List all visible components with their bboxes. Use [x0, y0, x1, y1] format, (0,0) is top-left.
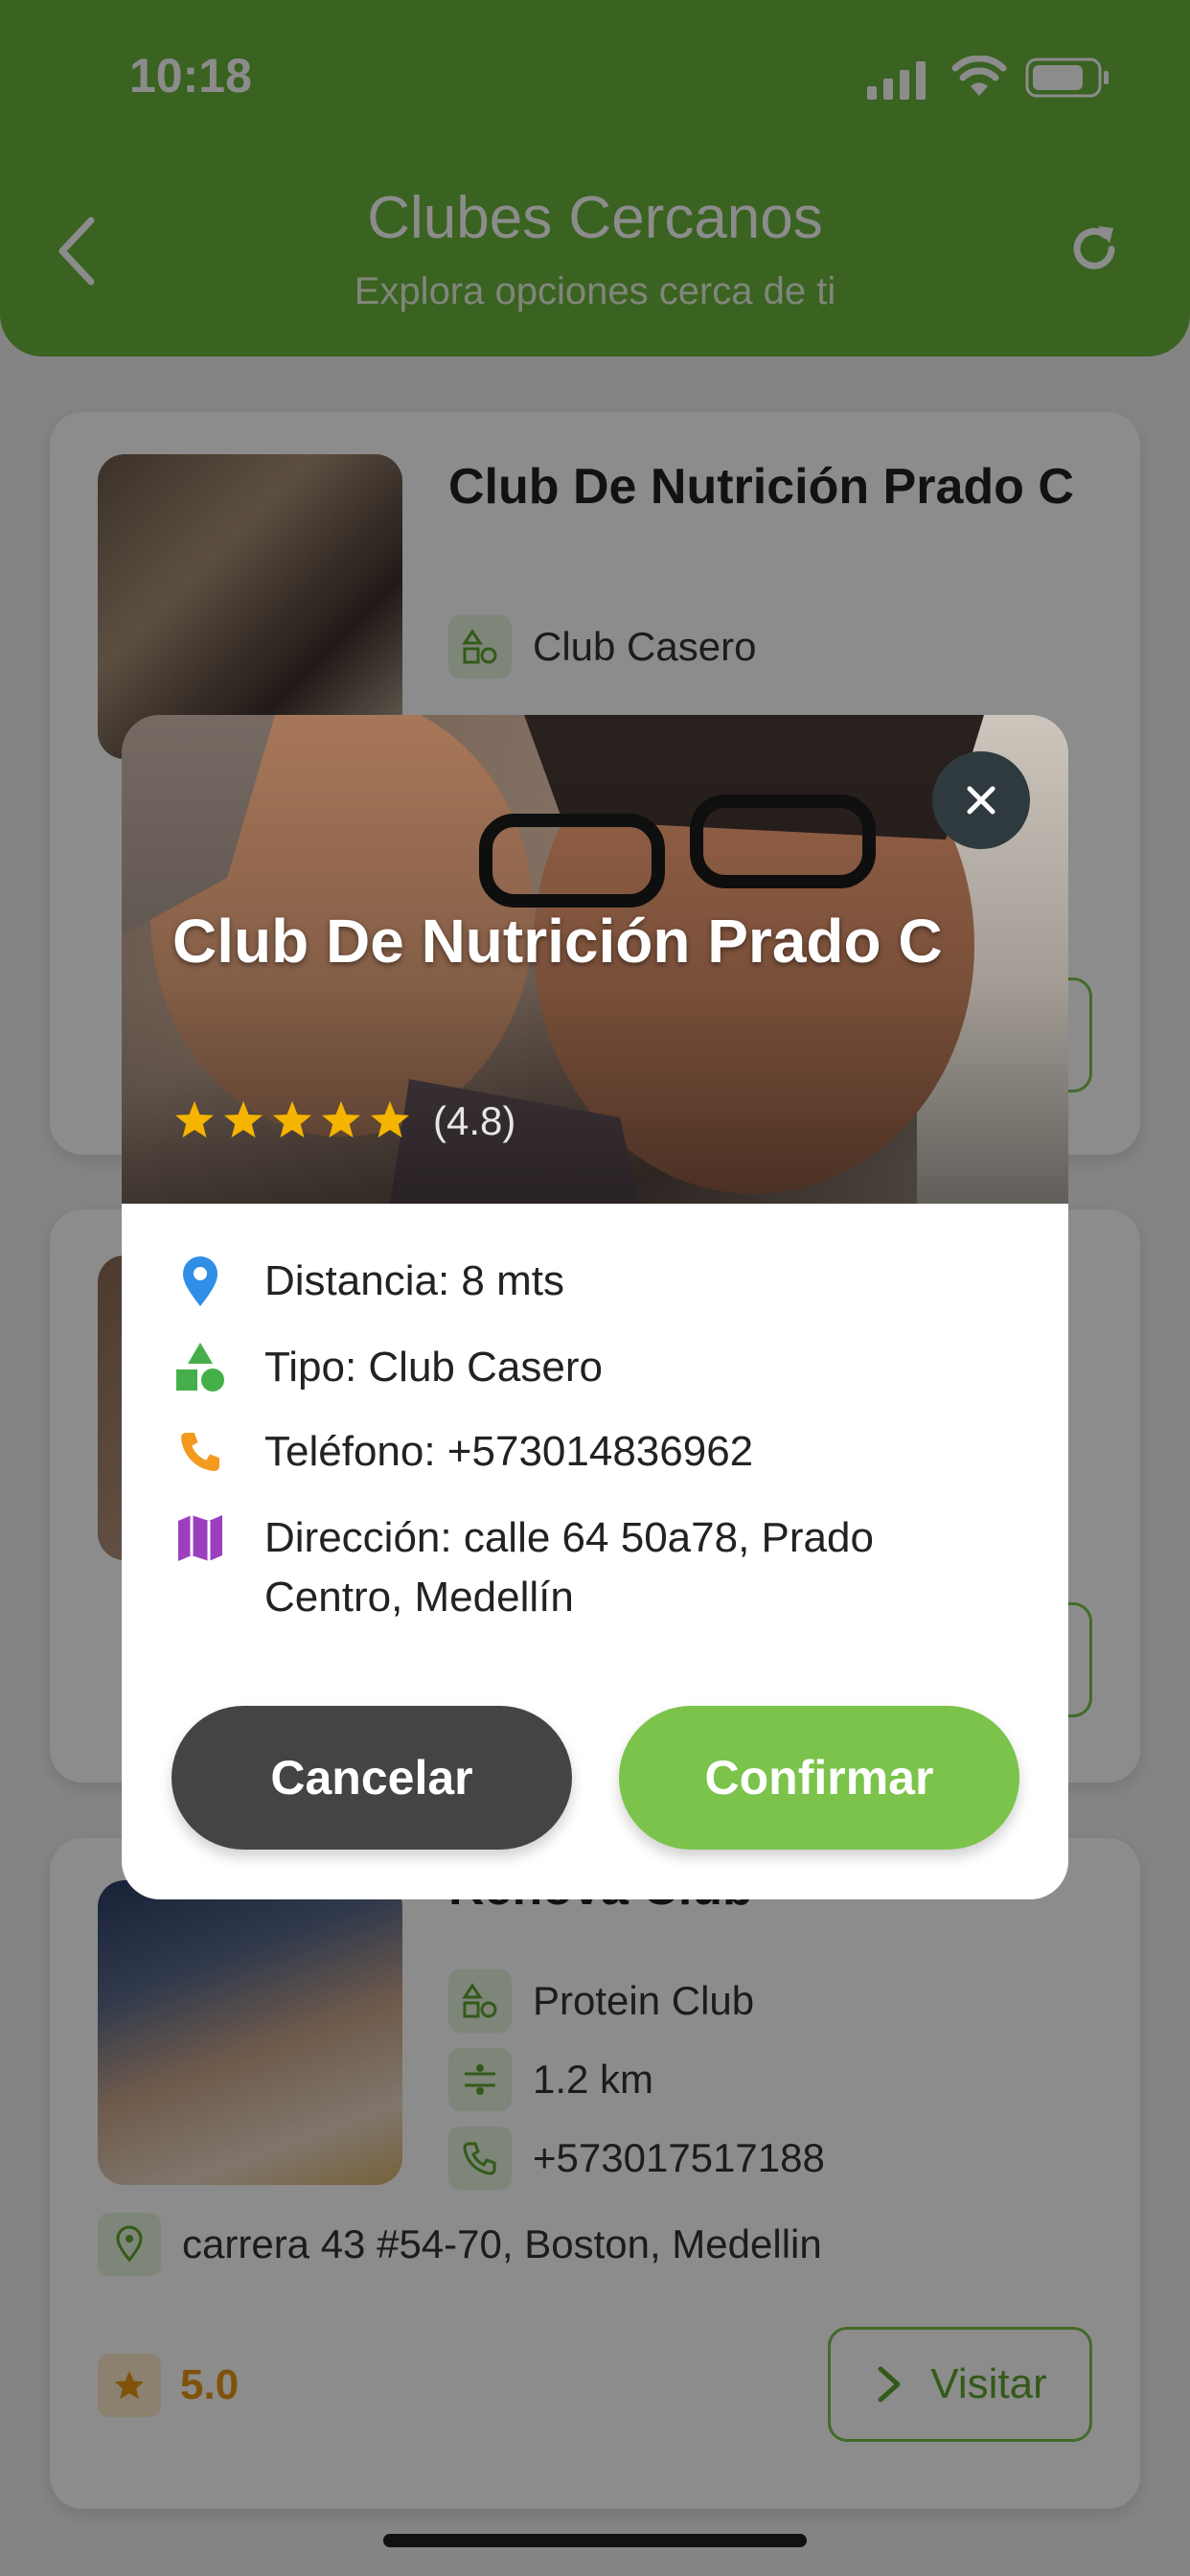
map-icon [172, 1508, 228, 1568]
modal-type: Tipo: Club Casero [264, 1344, 603, 1391]
modal-phone: Teléfono: +573014836962 [264, 1428, 754, 1475]
modal-title: Club De Nutrición Prado C [172, 907, 943, 976]
location-pin-icon [172, 1252, 228, 1311]
modal-rating: (4.8) [172, 1098, 515, 1144]
close-icon [967, 786, 995, 815]
club-hero-photo: Club De Nutrición Prado C (4.8) [122, 715, 1068, 1204]
modal-address-row: Dirección: calle 64 50a78, Prado Centro,… [172, 1508, 1016, 1627]
cancel-button[interactable]: Cancelar [172, 1706, 572, 1850]
modal-address: Dirección: calle 64 50a78, Prado Centro,… [264, 1514, 874, 1621]
modal-phone-row: Teléfono: +573014836962 [172, 1422, 753, 1482]
club-detail-modal: Club De Nutrición Prado C (4.8) Distanci… [122, 715, 1068, 1899]
shapes-icon [172, 1338, 228, 1397]
home-indicator[interactable] [383, 2534, 807, 2547]
close-button[interactable] [932, 751, 1030, 849]
phone-icon [172, 1422, 228, 1482]
rating-stars-icon [175, 1101, 409, 1138]
modal-rating-value: (4.8) [433, 1098, 516, 1143]
modal-distance: Distancia: 8 mts [264, 1257, 564, 1304]
modal-type-row: Tipo: Club Casero [172, 1338, 603, 1397]
confirm-button[interactable]: Confirmar [619, 1706, 1019, 1850]
modal-distance-row: Distancia: 8 mts [172, 1252, 564, 1311]
